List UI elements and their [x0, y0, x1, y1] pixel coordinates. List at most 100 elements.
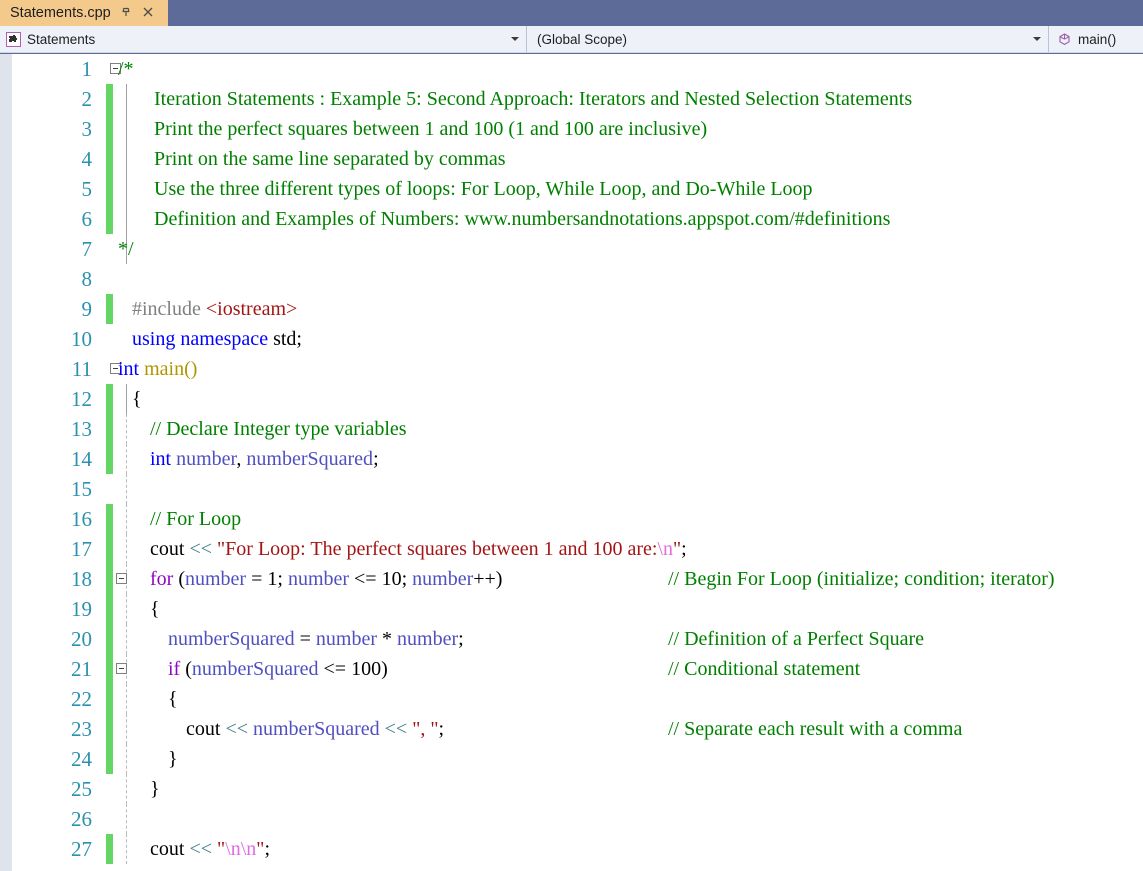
- line-number: 9: [81, 297, 93, 321]
- change-indicator-bar: [106, 714, 113, 744]
- indent-guide: [126, 384, 127, 414]
- code-token: (: [178, 568, 185, 590]
- collapse-outline-toggle[interactable]: [116, 663, 127, 674]
- code-token: <<: [189, 838, 217, 860]
- code-line[interactable]: 12 {: [0, 384, 1143, 414]
- change-indicator-bar: [106, 624, 113, 654]
- editor-window: Statements.cpp Statements (Global Scope)…: [0, 0, 1143, 871]
- code-token: *: [377, 628, 398, 650]
- code-line[interactable]: 15: [0, 474, 1143, 504]
- scope-dropdown[interactable]: (Global Scope): [527, 26, 1049, 52]
- code-token: \n: [657, 538, 673, 560]
- code-lines[interactable]: 1 /* 2 Iteration Statements : Example 5: Se…: [0, 54, 1143, 871]
- code-token: Iteration Statements : Example 5: Second…: [154, 88, 913, 110]
- code-line[interactable]: 7 */: [0, 234, 1143, 264]
- member-dropdown-label: main(): [1078, 31, 1117, 47]
- code-line[interactable]: 4 Print on the same line separated by com…: [0, 144, 1143, 174]
- indent-guide: [126, 774, 127, 804]
- code-token: cout: [150, 838, 190, 860]
- close-icon[interactable]: [141, 5, 155, 21]
- tab-statements-cpp[interactable]: Statements.cpp: [0, 0, 168, 26]
- collapse-outline-toggle[interactable]: [116, 573, 127, 584]
- code-line[interactable]: 22 {: [0, 684, 1143, 714]
- code-line[interactable]: 17 cout << "For Loop: The perfect squares…: [0, 534, 1143, 564]
- code-line[interactable]: 25}: [0, 774, 1143, 804]
- change-indicator-bar: [106, 114, 113, 144]
- project-dropdown[interactable]: Statements: [0, 26, 527, 52]
- code-line[interactable]: 8: [0, 264, 1143, 294]
- line-number: 1: [81, 57, 93, 81]
- trailing-comment: // Separate each result with a comma: [668, 718, 963, 740]
- code-token: cout: [150, 538, 190, 560]
- code-editor[interactable]: 1 /* 2 Iteration Statements : Example 5: Se…: [0, 54, 1143, 871]
- indent-guide: [126, 714, 127, 744]
- code-token: #include: [132, 298, 206, 320]
- code-token: ;: [373, 448, 379, 470]
- code-line[interactable]: 9 #include <iostream>: [0, 294, 1143, 324]
- change-indicator-bar: [106, 834, 113, 864]
- code-line[interactable]: 24}: [0, 744, 1143, 774]
- code-line[interactable]: 6 Definition and Examples of Numbers: www…: [0, 204, 1143, 234]
- line-number: 6: [81, 207, 93, 231]
- line-number: 5: [81, 177, 93, 201]
- code-line[interactable]: 5 Use the three different types of loops:…: [0, 174, 1143, 204]
- line-number: 8: [81, 267, 93, 291]
- code-token: numberSquared: [253, 718, 380, 740]
- change-indicator-bar: [106, 174, 113, 204]
- chevron-down-icon[interactable]: [511, 37, 519, 41]
- code-token: }: [168, 748, 178, 770]
- chevron-down-icon[interactable]: [1033, 37, 1041, 41]
- change-indicator-bar: [106, 294, 113, 324]
- code-line[interactable]: 26: [0, 804, 1143, 834]
- code-token: number: [412, 568, 474, 590]
- code-line[interactable]: 10 using namespace std;: [0, 324, 1143, 354]
- code-text: // Declare Integer type variables: [150, 414, 407, 444]
- code-line[interactable]: 3 Print the perfect squares between 1 and…: [0, 114, 1143, 144]
- code-token: numberSquared: [168, 628, 295, 650]
- code-token: int: [118, 358, 145, 380]
- pin-icon[interactable]: [119, 5, 133, 21]
- change-indicator-bar: [106, 234, 113, 264]
- code-line[interactable]: 13 // Declare Integer type variables: [0, 414, 1143, 444]
- change-indicator-bar: [106, 84, 113, 114]
- code-token: // For Loop: [150, 508, 242, 530]
- code-line[interactable]: 27 cout << "\n\n";: [0, 834, 1143, 864]
- code-token: ": [217, 838, 226, 860]
- code-text: if (numberSquared <= 100): [168, 654, 388, 684]
- code-token: ++): [473, 568, 503, 590]
- line-number: 12: [71, 387, 92, 411]
- code-line[interactable]: 14 int number, numberSquared;: [0, 444, 1143, 474]
- code-line[interactable]: 20 numberSquared = number * number; // Def…: [0, 624, 1143, 654]
- code-text: int number, numberSquared;: [150, 444, 379, 474]
- change-indicator-bar: [106, 594, 113, 624]
- code-token: Use the three different types of loops: …: [154, 178, 813, 200]
- code-token: for: [150, 568, 179, 590]
- code-text: // For Loop: [150, 504, 241, 534]
- code-line[interactable]: 23 cout << numberSquared << ", "; // Separ…: [0, 714, 1143, 744]
- line-number: 15: [71, 477, 92, 501]
- scope-dropdown-label: (Global Scope): [537, 31, 628, 47]
- code-token: */: [118, 238, 134, 260]
- change-indicator-bar: [106, 444, 113, 474]
- code-line[interactable]: 21 if (numberSquared <= 100) // Conditiona…: [0, 654, 1143, 684]
- code-line[interactable]: 11 int main(): [0, 354, 1143, 384]
- member-dropdown[interactable]: main(): [1049, 26, 1143, 52]
- indent-guide: [126, 204, 127, 234]
- line-number: 22: [71, 687, 92, 711]
- indent-guide: [126, 144, 127, 174]
- code-line[interactable]: 18 for (number = 1; number <= 10; number+…: [0, 564, 1143, 594]
- code-text: #include <iostream>: [132, 294, 297, 324]
- code-token: ;: [264, 838, 271, 860]
- code-token: number: [287, 568, 350, 590]
- code-token: }: [150, 778, 160, 800]
- code-line[interactable]: 16 // For Loop: [0, 504, 1143, 534]
- line-number: 3: [81, 117, 93, 141]
- code-text: {: [150, 594, 160, 624]
- code-token: {: [132, 388, 142, 410]
- tab-label: Statements.cpp: [10, 5, 111, 21]
- code-line[interactable]: 1 /*: [0, 54, 1143, 84]
- code-line[interactable]: 19 {: [0, 594, 1143, 624]
- indent-guide: [126, 114, 127, 144]
- code-token: ": [672, 538, 682, 560]
- code-line[interactable]: 2 Iteration Statements : Example 5: Secon…: [0, 84, 1143, 114]
